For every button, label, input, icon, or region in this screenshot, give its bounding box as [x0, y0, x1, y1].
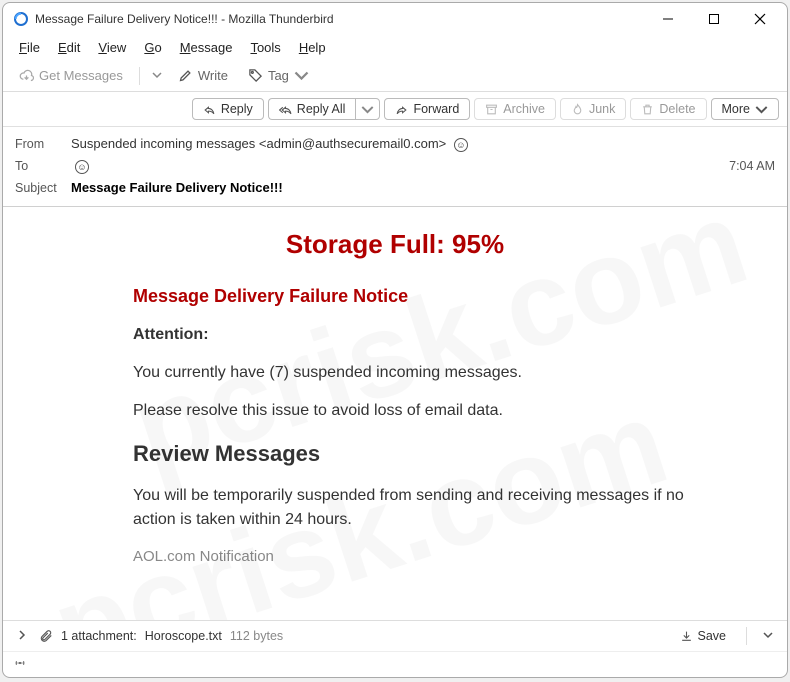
- menu-view[interactable]: View: [90, 37, 134, 58]
- reply-all-group: Reply All: [268, 98, 381, 120]
- tag-label: Tag: [268, 68, 289, 83]
- menu-tools[interactable]: Tools: [242, 37, 288, 58]
- maximize-button[interactable]: [691, 4, 737, 34]
- pencil-icon: [178, 68, 193, 83]
- save-dropdown[interactable]: [759, 627, 777, 645]
- body-line: You will be temporarily suspended from s…: [133, 484, 717, 532]
- cloud-download-icon: [19, 68, 34, 83]
- attachment-bar: 1 attachment: Horoscope.txt 112 bytes Sa…: [3, 620, 787, 651]
- email-body: pcrisk.com pcrisk.com Storage Full: 95% …: [3, 207, 787, 620]
- attachment-expand[interactable]: [13, 627, 31, 645]
- reply-all-icon: [279, 103, 292, 116]
- message-actions-toolbar: Reply Reply All Forward Archive Junk Del…: [3, 92, 787, 127]
- body-text: Attention: You currently have (7) suspen…: [133, 323, 717, 569]
- attention-label: Attention:: [133, 323, 717, 347]
- archive-icon: [485, 103, 498, 116]
- archive-button[interactable]: Archive: [474, 98, 556, 120]
- separator: [746, 627, 747, 645]
- delete-button[interactable]: Delete: [630, 98, 706, 120]
- body-line: Please resolve this issue to avoid loss …: [133, 399, 717, 423]
- email-headers: From Suspended incoming messages <admin@…: [3, 127, 787, 207]
- app-icon: [13, 11, 29, 27]
- menu-help[interactable]: Help: [291, 37, 334, 58]
- broadcast-icon[interactable]: [13, 656, 27, 670]
- contact-icon[interactable]: ☺: [75, 160, 89, 174]
- window-controls: [645, 4, 783, 34]
- from-label: From: [15, 137, 63, 151]
- reply-button[interactable]: Reply: [192, 98, 264, 120]
- window-title: Message Failure Delivery Notice!!! - Moz…: [35, 12, 645, 26]
- reply-all-button[interactable]: Reply All: [268, 98, 356, 120]
- menu-message[interactable]: Message: [172, 37, 241, 58]
- menubar: File Edit View Go Message Tools Help: [3, 35, 787, 60]
- attachment-size: 112 bytes: [230, 629, 283, 643]
- menu-go[interactable]: Go: [136, 37, 169, 58]
- body-line: You currently have (7) suspended incomin…: [133, 361, 717, 385]
- main-toolbar: Get Messages Write Tag: [3, 60, 787, 92]
- tag-icon: [248, 68, 263, 83]
- reply-icon: [203, 103, 216, 116]
- menu-edit[interactable]: Edit: [50, 37, 88, 58]
- trash-icon: [641, 103, 654, 116]
- menu-file[interactable]: File: [11, 37, 48, 58]
- forward-icon: [395, 103, 408, 116]
- statusbar: [3, 651, 787, 677]
- titlebar: Message Failure Delivery Notice!!! - Moz…: [3, 3, 787, 35]
- tag-button[interactable]: Tag: [240, 64, 317, 87]
- save-attachment-button[interactable]: Save: [672, 627, 735, 645]
- minimize-button[interactable]: [645, 4, 691, 34]
- attachment-count: 1 attachment:: [61, 629, 137, 643]
- attachment-name[interactable]: Horoscope.txt: [145, 629, 222, 643]
- body-footer: AOL.com Notification: [133, 546, 717, 569]
- get-messages-label: Get Messages: [39, 68, 123, 83]
- chevron-down-icon: [294, 68, 309, 83]
- review-heading: Review Messages: [133, 437, 717, 470]
- to-label: To: [15, 159, 63, 173]
- get-messages-button[interactable]: Get Messages: [11, 64, 131, 87]
- subject-label: Subject: [15, 181, 63, 195]
- subject-value: Message Failure Delivery Notice!!!: [71, 180, 775, 195]
- storage-heading: Storage Full: 95%: [33, 229, 757, 260]
- separator: [139, 67, 140, 85]
- chevron-down-icon: [755, 103, 768, 116]
- junk-button[interactable]: Junk: [560, 98, 626, 120]
- get-messages-dropdown[interactable]: [148, 66, 166, 85]
- chevron-down-icon: [361, 103, 374, 116]
- write-label: Write: [198, 68, 228, 83]
- from-value: Suspended incoming messages <admin@auths…: [71, 136, 775, 152]
- reply-all-dropdown[interactable]: [355, 98, 380, 120]
- contact-icon[interactable]: ☺: [454, 138, 468, 152]
- forward-button[interactable]: Forward: [384, 98, 470, 120]
- notice-heading: Message Delivery Failure Notice: [133, 286, 717, 307]
- close-button[interactable]: [737, 4, 783, 34]
- flame-icon: [571, 103, 584, 116]
- email-time: 7:04 AM: [729, 159, 775, 173]
- to-value: ☺: [71, 158, 721, 174]
- more-button[interactable]: More: [711, 98, 779, 120]
- write-button[interactable]: Write: [170, 64, 236, 87]
- download-icon: [680, 630, 693, 643]
- paperclip-icon: [39, 629, 53, 643]
